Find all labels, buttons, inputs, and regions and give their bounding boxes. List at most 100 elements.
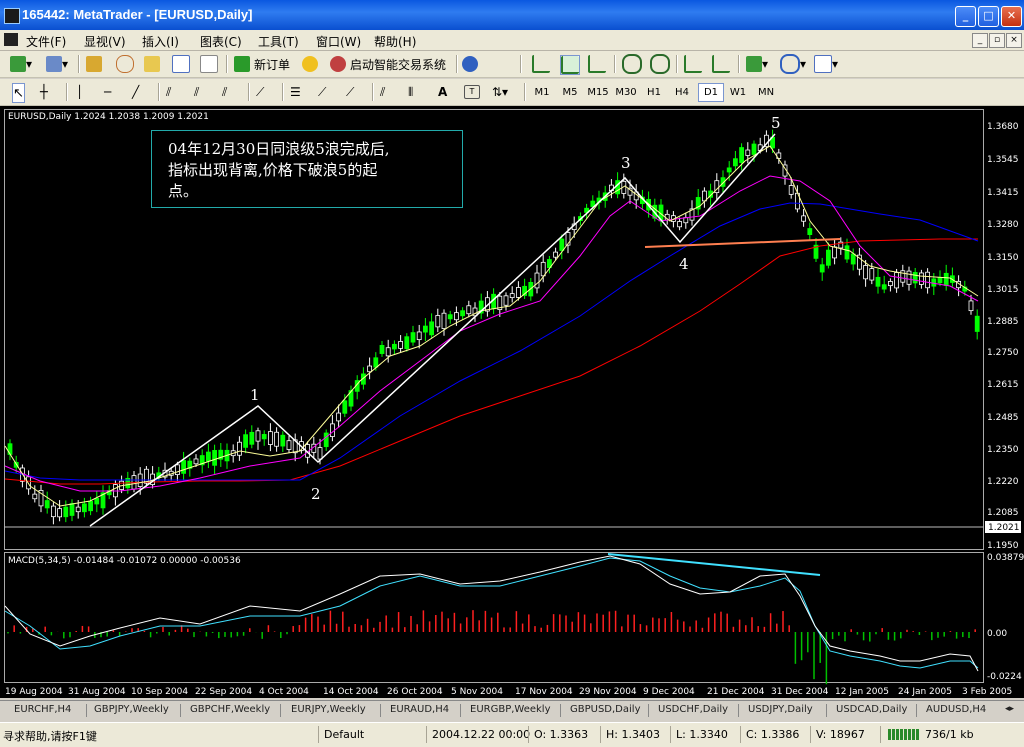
menu-insert[interactable]: 插入(I) (142, 33, 179, 50)
tab-audusd[interactable]: AUDUSD,H4 (926, 704, 986, 715)
maximize-button[interactable]: □ (978, 6, 999, 27)
data-window-button[interactable] (144, 55, 160, 73)
fibo-retracement-button[interactable]: ☰ (290, 83, 301, 101)
candle-body (317, 447, 323, 460)
timeframe-m30-button[interactable]: M30 (614, 84, 638, 101)
timeframe-m15-button[interactable]: M15 (586, 84, 610, 101)
equidistant-channel-button[interactable]: ⫽ (166, 83, 171, 101)
bar-chart-button[interactable] (532, 55, 550, 73)
regression-channel-icon: ⫽ (222, 84, 228, 99)
auto-scroll-button[interactable] (684, 55, 702, 73)
candle-body (51, 505, 56, 518)
fibo-arcs-button[interactable]: ⟋ (346, 83, 354, 101)
horizontal-line-button[interactable]: ─ (104, 83, 111, 101)
crosshair-button[interactable]: ┼ (40, 83, 48, 101)
text-button[interactable]: A (438, 83, 447, 101)
terminal-button[interactable] (172, 55, 190, 73)
timeframe-w1-button[interactable]: W1 (726, 84, 750, 101)
tab-gbpchf[interactable]: GBPCHF,Weekly (190, 704, 270, 715)
annotation-textbox[interactable]: 04年12月30日同浪级5浪完成后, 指标出现背离,价格下破浪5的起 点。 (151, 130, 463, 208)
candlestick-chart-button[interactable] (560, 55, 580, 75)
metaeditor-button[interactable] (302, 55, 318, 73)
macd-header: MACD(5,34,5) -0.01484 -0.01072 0.00000 -… (8, 556, 241, 566)
annotation-line-3: 点。 (168, 182, 199, 200)
candle-body (751, 143, 757, 155)
periods-button[interactable]: ▾ (780, 54, 806, 74)
menu-charts[interactable]: 图表(C) (200, 33, 242, 50)
date-label: 31 Aug 2004 (68, 687, 126, 697)
menu-file[interactable]: 文件(F) (26, 33, 66, 50)
timeframe-d1-button[interactable]: D1 (698, 83, 724, 102)
timeframe-m5-button[interactable]: M5 (558, 84, 582, 101)
timeframe-h4-button[interactable]: H4 (670, 84, 694, 101)
zoom-in-button[interactable] (622, 54, 642, 74)
mdi-restore-button[interactable]: ▫ (989, 33, 1005, 48)
indicators-button[interactable]: ▾ (746, 55, 768, 73)
strategy-tester-button[interactable] (200, 55, 218, 73)
candle-body (881, 284, 887, 290)
timeframe-mn-button[interactable]: MN (754, 84, 778, 101)
fibo-fan-button[interactable]: ⟋ (318, 83, 326, 101)
tab-gbpusd[interactable]: GBPUSD,Daily (570, 704, 641, 715)
mdi-close-button[interactable]: × (1006, 33, 1022, 48)
gann-fan-button[interactable]: ⟋ (256, 83, 264, 101)
new-chart-button[interactable]: ▾ (10, 55, 32, 73)
text-label-button[interactable]: T (464, 83, 480, 101)
chart-tabs: EURCHF,H4 GBPJPY,Weekly GBPCHF,Weekly EU… (0, 700, 1024, 721)
timeframe-h1-button[interactable]: H1 (642, 84, 666, 101)
price-label: 1.1950 (987, 541, 1019, 551)
market-watch-button[interactable] (86, 55, 102, 73)
close-button[interactable]: ✕ (1001, 6, 1022, 27)
chart-window[interactable]: 1 2 3 4 5 1.3680 1.3545 1.3415 1.3280 1.… (0, 106, 1024, 698)
tab-euraud[interactable]: EURAUD,H4 (390, 704, 449, 715)
tab-eurchf[interactable]: EURCHF,H4 (14, 704, 71, 715)
regression-channel-button[interactable]: ⫽ (222, 83, 227, 101)
menu-window[interactable]: 窗口(W) (316, 33, 361, 50)
menu-bar: 文件(F) 显视(V) 插入(I) 图表(C) 工具(T) 窗口(W) 帮助(H… (0, 30, 1024, 51)
ma-long-line (4, 238, 978, 485)
profiles-icon (46, 56, 62, 72)
minimize-button[interactable]: _ (955, 6, 976, 27)
price-label: 1.3545 (987, 155, 1019, 165)
chart-window-icon[interactable] (4, 33, 18, 46)
help-button[interactable] (462, 55, 478, 73)
menu-help[interactable]: 帮助(H) (374, 33, 416, 50)
new-order-button[interactable]: 新订单 (234, 55, 290, 73)
tab-gbpjpy[interactable]: GBPJPY,Weekly (94, 704, 169, 715)
macd-scale-label: 0.03879 (987, 553, 1024, 563)
navigator-button[interactable] (116, 55, 134, 73)
tab-eurgbp[interactable]: EURGBP,Weekly (470, 704, 551, 715)
vertical-line-button[interactable]: │ (76, 83, 83, 101)
candle-body (968, 300, 974, 312)
annotation-line-2: 指标出现背离,价格下破浪5的起 (168, 161, 378, 179)
tab-usdjpy[interactable]: USDJPY,Daily (748, 704, 813, 715)
expert-advisors-button[interactable]: 启动智能交易系统 (330, 55, 446, 73)
profiles-button[interactable]: ▾ (46, 55, 68, 73)
candle-body (931, 278, 937, 287)
cursor-button[interactable]: ↖ (12, 83, 25, 103)
andrews-pitchfork-button[interactable]: ⫽ (380, 83, 385, 101)
timeframe-m1-button[interactable]: M1 (530, 84, 554, 101)
tab-eurjpy[interactable]: EURJPY,Weekly (291, 704, 366, 715)
menu-view[interactable]: 显视(V) (84, 33, 126, 50)
title-bar: 165442: MetaTrader - [EURUSD,Daily] _ □ … (0, 0, 1024, 30)
tab-usdchf[interactable]: USDCHF,Daily (658, 704, 728, 715)
candle-body (466, 305, 472, 315)
stddev-channel-button[interactable]: ⫽ (194, 83, 199, 101)
menu-tools[interactable]: 工具(T) (258, 33, 299, 50)
status-volume: V: 18967 (816, 728, 865, 741)
trendline-button[interactable]: ╱ (132, 83, 139, 101)
tab-usdcad[interactable]: USDCAD,Daily (836, 704, 907, 715)
tabs-scroll-arrows[interactable]: ◂▸ (1005, 704, 1014, 714)
templates-button[interactable]: ▾ (814, 55, 838, 73)
cycle-lines-button[interactable]: ⦀ (408, 83, 413, 101)
zoom-out-button[interactable] (650, 54, 670, 74)
line-chart-button[interactable] (588, 55, 606, 73)
arrows-button[interactable]: ⇅▾ (492, 83, 508, 101)
candle-body (44, 500, 50, 509)
candle-body (32, 493, 38, 500)
mdi-minimize-button[interactable]: _ (972, 33, 988, 48)
text-label-icon: T (464, 85, 480, 99)
chart-shift-button[interactable] (712, 55, 730, 73)
status-open: O: 1.3363 (534, 728, 589, 741)
